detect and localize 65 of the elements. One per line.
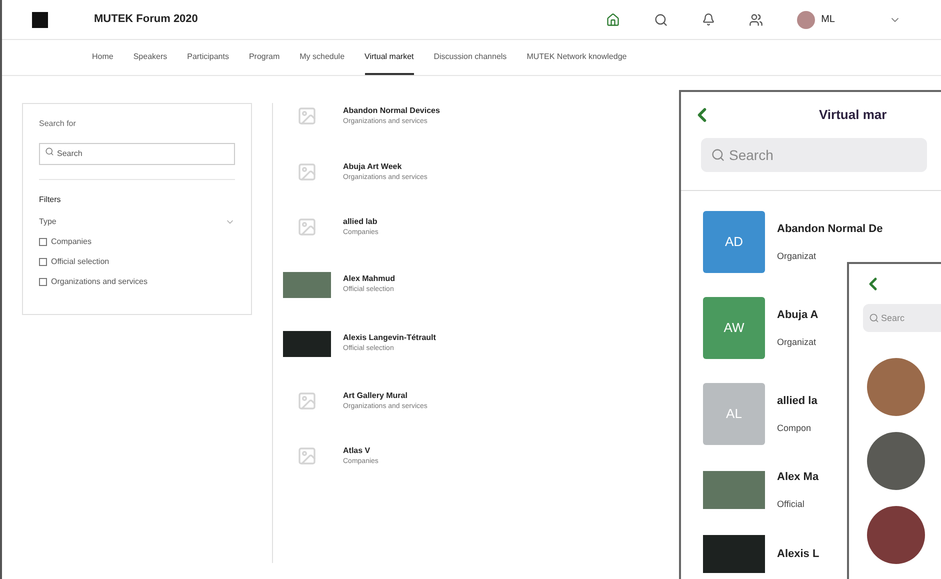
- nav-tab[interactable]: My schedule: [300, 51, 345, 75]
- image-placeholder-icon: [297, 106, 317, 126]
- checkbox[interactable]: [39, 278, 47, 286]
- type-label: Type: [39, 216, 56, 228]
- list-row[interactable]: Alex Ma Official: [703, 469, 819, 511]
- row-name: Abuja A: [777, 308, 818, 323]
- row-category: Official: [777, 498, 806, 510]
- nav-tab[interactable]: Speakers: [133, 51, 168, 75]
- nav-tab[interactable]: MUTEK Network knowledge: [526, 51, 627, 75]
- search-icon: [711, 148, 725, 162]
- row-name: allied la: [777, 394, 818, 409]
- search-field[interactable]: Search: [39, 142, 235, 164]
- row-category: Organizat: [777, 250, 818, 263]
- exhibitor-name: Alexis Langevin-Tétrault: [343, 332, 436, 344]
- exhibitor-name: Alex Mahmud: [343, 273, 396, 286]
- people-icon[interactable]: [749, 12, 764, 26]
- row-name: Alex Ma: [777, 470, 819, 485]
- search-field[interactable]: Search: [701, 138, 927, 172]
- image-placeholder-icon: [297, 446, 317, 466]
- list-row[interactable]: AW Abuja A Organizat: [703, 297, 818, 359]
- nav-tab[interactable]: Discussion channels: [434, 51, 507, 75]
- home-icon[interactable]: [606, 12, 620, 26]
- search-label: Search for: [39, 118, 77, 130]
- search-icon: [45, 147, 54, 156]
- bell-icon[interactable]: [702, 13, 716, 26]
- row-category: Compon: [777, 422, 812, 435]
- list-row[interactable]: AL allied la Compon: [703, 383, 818, 445]
- row-category: Organizat: [777, 336, 818, 349]
- exhibitor-name: Art Gallery Mural: [343, 390, 408, 402]
- nav-tab[interactable]: Virtual market: [364, 51, 414, 75]
- search-icon: [869, 313, 879, 323]
- exhibitor-name: allied lab: [343, 216, 378, 228]
- image-placeholder-icon: [297, 390, 317, 411]
- checkbox-label: Companies: [51, 236, 92, 248]
- user-initials: ML: [821, 13, 835, 27]
- checkbox[interactable]: [39, 258, 47, 266]
- screen-title: Virtual mar: [819, 106, 887, 124]
- checkbox[interactable]: [39, 238, 47, 246]
- exhibitor-name: Abandon Normal Devices: [343, 105, 440, 117]
- exhibitor-name: Atlas V: [343, 445, 372, 457]
- list-row[interactable]: Alexis L: [703, 535, 820, 573]
- nav-tab[interactable]: Program: [248, 51, 280, 75]
- checkbox-label: Official selection: [51, 256, 110, 268]
- checkbox-label: Organizations and services: [51, 276, 148, 288]
- image-placeholder-icon: [297, 162, 317, 182]
- initials-tile: AL: [703, 383, 765, 445]
- photo-placeholder: [283, 330, 331, 356]
- avatar[interactable]: [797, 10, 816, 28]
- search-field[interactable]: Searc: [863, 304, 941, 332]
- filters-title: Filters: [39, 194, 62, 206]
- app-title: MUTEK Forum 2020: [94, 12, 198, 28]
- list-row[interactable]: AD Abandon Normal De Organizat: [703, 211, 883, 273]
- initials-tile: AW: [703, 297, 765, 359]
- initials-tile: AD: [703, 211, 765, 273]
- photo-placeholder: [703, 535, 765, 573]
- row-name: Alexis L: [777, 546, 820, 562]
- search-icon[interactable]: [654, 12, 668, 26]
- photo-placeholder: [283, 272, 331, 298]
- exhibitor-name: Abuja Art Week: [343, 160, 403, 172]
- nav-tab[interactable]: Participants: [187, 51, 229, 75]
- nav-tab[interactable]: Home: [92, 51, 114, 75]
- photo-placeholder: [703, 471, 765, 509]
- row-name: Abandon Normal De: [777, 222, 883, 237]
- image-placeholder-icon: [297, 217, 317, 238]
- logo-icon: [32, 12, 48, 28]
